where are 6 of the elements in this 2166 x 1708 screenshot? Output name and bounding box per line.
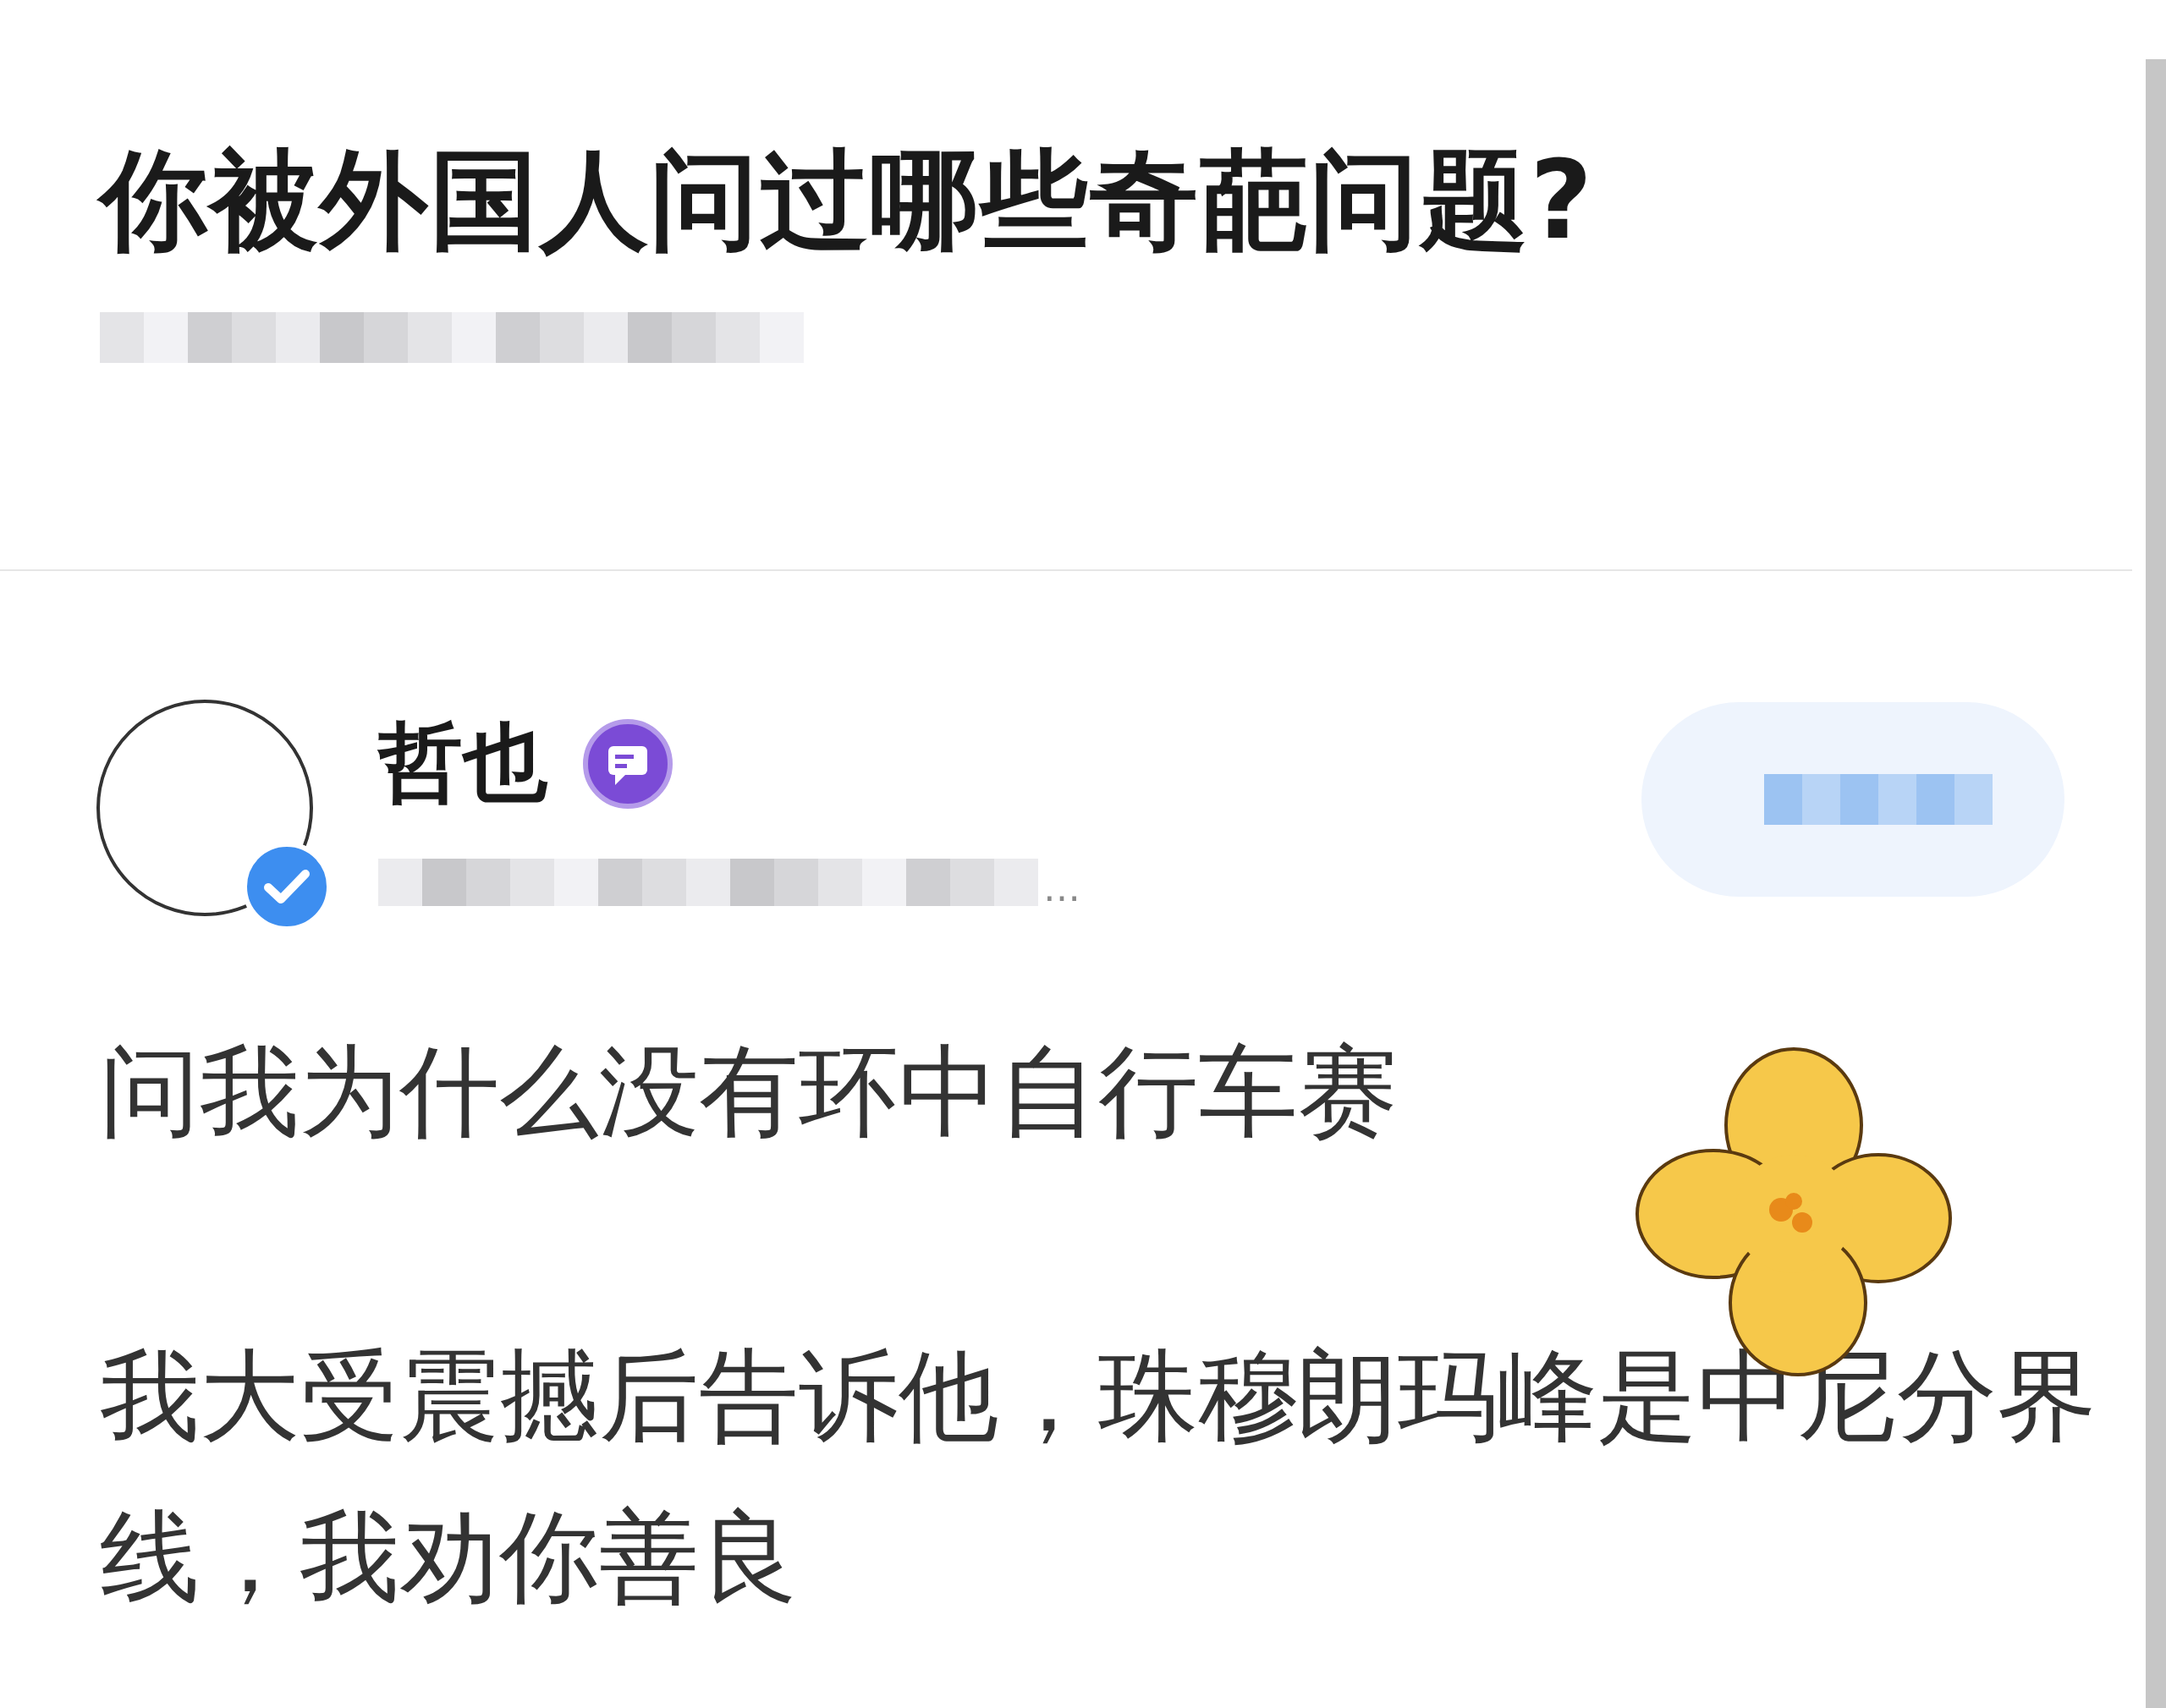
answer-paragraph: 问我为什么没有环中自行车赛 [100, 1032, 1399, 1151]
headline-ellipsis: … [1043, 865, 1080, 909]
scrollbar[interactable] [2146, 59, 2166, 1708]
author-name[interactable]: 哲也 [378, 706, 547, 821]
message-badge-icon [581, 717, 674, 810]
avatar[interactable] [95, 698, 315, 918]
